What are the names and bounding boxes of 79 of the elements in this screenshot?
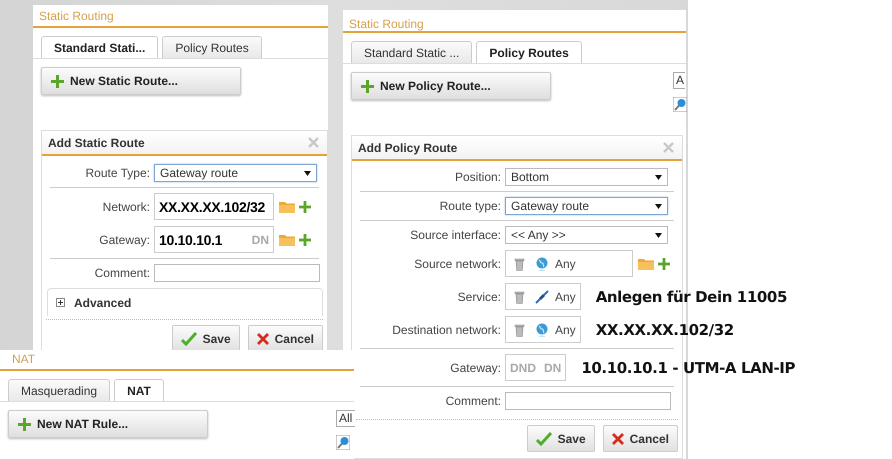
dialog-title: Add Static Route xyxy=(48,136,145,150)
plus-icon[interactable] xyxy=(299,234,311,246)
object-field[interactable]: XX.XX.XX.102/32 xyxy=(154,193,274,220)
dropdown[interactable]: Gateway route xyxy=(505,197,668,215)
field-label: Network: xyxy=(102,200,150,214)
plug-icon xyxy=(535,290,549,304)
tab[interactable]: Policy Routes xyxy=(162,36,262,58)
trash-icon[interactable] xyxy=(514,256,525,270)
check-icon xyxy=(180,332,197,346)
folder-icon[interactable] xyxy=(279,234,295,246)
new-button[interactable]: New NAT Rule... xyxy=(8,410,208,438)
tab[interactable]: Standard Stati... xyxy=(41,36,158,58)
annotation: 10.10.10.1 - UTM-A LAN-IP xyxy=(581,358,796,376)
object-field[interactable]: 10.10.10.1 DN xyxy=(154,226,274,253)
field-label: Comment: xyxy=(444,394,501,408)
x-icon xyxy=(256,332,269,344)
object-value: Any xyxy=(555,322,576,336)
field-label: Comment: xyxy=(94,266,150,280)
object-value: Any xyxy=(555,256,576,270)
object-value: Any xyxy=(555,290,576,304)
tab[interactable]: Policy Routes xyxy=(476,41,582,63)
new-button[interactable]: New Static Route... xyxy=(41,67,241,95)
trash-icon[interactable] xyxy=(514,322,525,336)
caret-icon xyxy=(655,232,662,238)
object-field[interactable]: Any xyxy=(505,250,633,277)
panel-title: Static Routing xyxy=(343,10,686,33)
panel-title: Static Routing xyxy=(33,5,328,28)
search-icon[interactable] xyxy=(336,435,350,450)
dropdown[interactable]: << Any >> xyxy=(505,226,668,244)
check-icon xyxy=(536,432,552,446)
field-label: Source network: xyxy=(413,256,501,270)
field-label: Gateway: xyxy=(98,232,150,246)
tab[interactable]: NAT xyxy=(114,379,164,401)
dropdown[interactable]: Bottom xyxy=(505,168,668,186)
caret-icon xyxy=(304,170,311,176)
expand-icon[interactable] xyxy=(56,298,65,307)
cancel-button[interactable]: Cancel xyxy=(248,325,323,352)
plus-icon xyxy=(51,74,64,88)
dropdown[interactable]: Gateway route xyxy=(154,164,317,182)
object-field[interactable]: Any xyxy=(505,316,581,343)
field-label: Service: xyxy=(456,290,501,304)
folder-icon[interactable] xyxy=(279,200,295,212)
new-button[interactable]: New Policy Route... xyxy=(351,72,551,100)
field-label: Position: xyxy=(454,170,501,184)
save-button[interactable]: Save xyxy=(526,425,595,452)
trash-icon[interactable] xyxy=(514,290,525,304)
tab[interactable]: Masquerading xyxy=(8,379,110,401)
globe-icon xyxy=(535,256,549,270)
comment-field[interactable] xyxy=(505,392,671,410)
comment-field[interactable] xyxy=(154,264,320,282)
globe-icon xyxy=(535,322,549,336)
search-icon[interactable] xyxy=(673,97,687,112)
caret-icon xyxy=(655,174,662,180)
field-label: Source interface: xyxy=(409,228,501,242)
save-button[interactable]: Save xyxy=(172,325,240,352)
advanced-section[interactable]: Advanced xyxy=(47,288,323,316)
plus-icon xyxy=(18,418,31,430)
field-label: Route Type: xyxy=(84,166,150,180)
folder-icon[interactable] xyxy=(638,258,654,270)
object-field[interactable]: Any xyxy=(505,283,581,310)
filter-field[interactable]: A xyxy=(673,72,685,89)
close-icon[interactable] xyxy=(663,142,674,153)
plus-icon[interactable] xyxy=(299,200,311,212)
tab[interactable]: Standard Static ... xyxy=(351,41,472,63)
cancel-button[interactable]: Cancel xyxy=(602,425,678,452)
filter-field[interactable]: All xyxy=(336,410,355,427)
field-label: Destination network: xyxy=(391,322,501,336)
dialog-title: Add Policy Route xyxy=(358,140,458,154)
plus-icon xyxy=(361,80,374,92)
section-label: Advanced xyxy=(74,296,132,310)
field-label: Route type: xyxy=(438,199,501,213)
panel-title: NAT xyxy=(0,350,354,371)
plus-icon[interactable] xyxy=(658,258,670,270)
annotation: Anlegen für Dein 11005 xyxy=(596,288,787,306)
x-icon xyxy=(612,432,624,444)
annotation: XX.XX.XX.102/32 xyxy=(596,320,734,338)
field-label: Gateway: xyxy=(449,360,501,374)
close-icon[interactable] xyxy=(308,137,319,148)
caret-icon xyxy=(655,204,662,208)
